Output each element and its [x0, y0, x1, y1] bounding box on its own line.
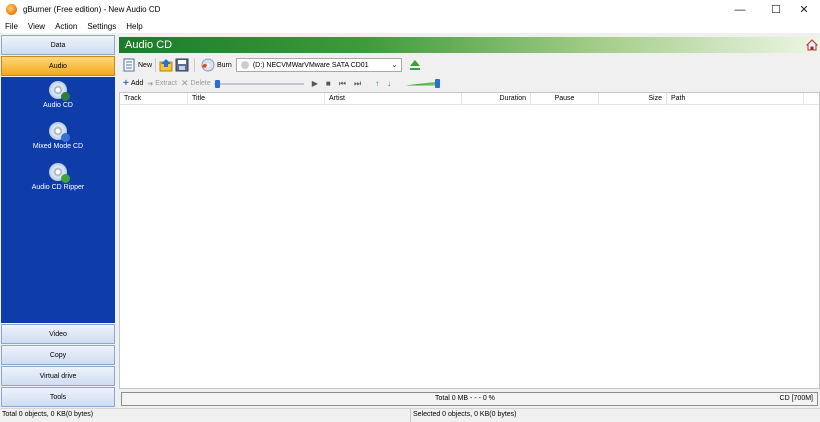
track-list-header: Track Title Artist Duration Pause Size P… — [120, 93, 819, 105]
home-icon[interactable] — [806, 39, 818, 51]
close-button[interactable]: ✕ — [788, 0, 820, 19]
volume-slider-thumb[interactable] — [435, 78, 441, 88]
status-total-objects: Total 0 objects, 0 KB(0 bytes) — [2, 411, 94, 418]
media-type-selector[interactable]: CD [700M] — [780, 395, 813, 402]
next-icon[interactable]: ⏭ — [354, 79, 361, 89]
move-down-icon[interactable]: ↓ — [387, 79, 391, 88]
drive-select-value: (D:) NECVMWarVMware SATA CD01 — [252, 61, 369, 69]
window-title: gBurner (Free edition) - New Audio CD — [23, 5, 161, 14]
column-artist[interactable]: Artist — [325, 93, 462, 105]
sidebar-item-audio-cd-ripper[interactable]: Audio CD Ripper — [1, 163, 115, 191]
main-toolbar: New Burn (D:) NECVMWarVMware SATA CD01 ⌄ — [119, 55, 820, 75]
play-icon[interactable]: ▶ — [312, 79, 318, 88]
extract-button[interactable]: ➔ Extract — [147, 80, 177, 88]
sidebar-item-label: Audio CD Ripper — [31, 184, 85, 191]
add-button[interactable]: + Add — [123, 78, 143, 89]
sidebar-tab-data[interactable]: Data — [1, 35, 115, 55]
open-folder-icon[interactable] — [159, 58, 173, 72]
sidebar-item-label: Mixed Mode CD — [32, 143, 84, 150]
plus-icon: + — [123, 78, 129, 89]
column-size[interactable]: Size — [599, 93, 667, 105]
track-list[interactable]: Track Title Artist Duration Pause Size P… — [119, 92, 820, 389]
status-divider — [410, 409, 411, 422]
track-toolbar: + Add ➔ Extract ✕ Delete ▶ ■ ⏮ ⏭ ↑ ↓ — [119, 77, 820, 90]
menu-view[interactable]: View — [23, 22, 50, 31]
column-path[interactable]: Path — [667, 93, 804, 105]
gburner-icon — [6, 4, 17, 15]
chevron-down-icon: ⌄ — [391, 60, 398, 69]
sidebar-tab-audio[interactable]: Audio — [1, 56, 115, 76]
toolbar-divider — [194, 58, 196, 72]
new-document-icon — [123, 58, 135, 72]
arrow-right-icon: ➔ — [147, 80, 154, 88]
menu-action[interactable]: Action — [50, 22, 82, 31]
menu-file[interactable]: File — [0, 22, 23, 31]
app-window: gBurner (Free edition) - New Audio CD — … — [0, 0, 820, 422]
mixed-mode-cd-icon — [49, 122, 70, 142]
previous-icon[interactable]: ⏮ — [339, 79, 346, 89]
title-bar: gBurner (Free edition) - New Audio CD — … — [0, 0, 820, 19]
audio-cd-ripper-icon — [49, 163, 70, 183]
new-label: New — [138, 61, 153, 69]
status-selected-objects: Selected 0 objects, 0 KB(0 bytes) — [413, 411, 517, 418]
seek-slider[interactable] — [213, 79, 304, 89]
minimize-button[interactable]: — — [724, 0, 756, 19]
sidebar-tab-video[interactable]: Video — [1, 324, 115, 344]
menu-help[interactable]: Help — [121, 22, 147, 31]
stop-icon[interactable]: ■ — [326, 79, 331, 88]
menu-settings[interactable]: Settings — [82, 22, 121, 31]
drive-disc-icon — [240, 61, 249, 69]
sidebar-tab-virtual-drive[interactable]: Virtual drive — [1, 366, 115, 386]
new-button[interactable]: New — [122, 58, 152, 72]
main-area: Audio CD New Burn (D:) NECVMWarVMware SA… — [119, 37, 820, 408]
column-pause[interactable]: Pause — [531, 93, 599, 105]
sidebar: Data Audio Audio CD Mixed Mode CD Audio … — [0, 35, 117, 408]
move-up-icon[interactable]: ↑ — [375, 79, 379, 88]
sidebar-tab-copy[interactable]: Copy — [1, 345, 115, 365]
capacity-bar: Total 0 MB - - - 0 % CD [700M] — [121, 392, 818, 406]
delete-button[interactable]: ✕ Delete — [181, 78, 211, 89]
extract-label: Extract — [155, 80, 177, 87]
sidebar-item-label: Audio CD — [43, 102, 73, 109]
burn-disc-icon — [201, 58, 215, 72]
burn-label: Burn — [217, 61, 232, 69]
drive-select[interactable]: (D:) NECVMWarVMware SATA CD01 ⌄ — [235, 58, 402, 72]
column-track[interactable]: Track — [120, 93, 188, 105]
delete-label: Delete — [190, 80, 211, 87]
sidebar-item-audio-cd[interactable]: Audio CD — [1, 81, 115, 109]
status-bar: Total 0 objects, 0 KB(0 bytes) Selected … — [0, 408, 820, 422]
sidebar-tab-tools[interactable]: Tools — [1, 387, 115, 407]
save-icon[interactable] — [175, 58, 189, 72]
menu-bar: File View Action Settings Help — [0, 19, 820, 33]
seek-slider-thumb[interactable] — [214, 79, 220, 88]
audio-pane: Audio CD Mixed Mode CD Audio CD Ripper — [1, 77, 115, 323]
delete-x-icon: ✕ — [180, 78, 189, 88]
project-title: Audio CD — [125, 39, 173, 51]
toolbar-divider — [155, 58, 157, 72]
column-duration[interactable]: Duration — [462, 93, 531, 105]
audio-cd-icon — [49, 81, 70, 101]
column-title[interactable]: Title — [188, 93, 325, 105]
capacity-total: Total 0 MB - - - 0 % — [435, 395, 495, 402]
project-header: Audio CD — [119, 37, 820, 53]
add-label: Add — [130, 80, 144, 87]
volume-slider[interactable] — [405, 78, 441, 89]
sidebar-item-mixed-mode-cd[interactable]: Mixed Mode CD — [1, 122, 115, 150]
burn-button[interactable]: Burn — [201, 58, 232, 72]
eject-icon[interactable] — [408, 58, 422, 72]
